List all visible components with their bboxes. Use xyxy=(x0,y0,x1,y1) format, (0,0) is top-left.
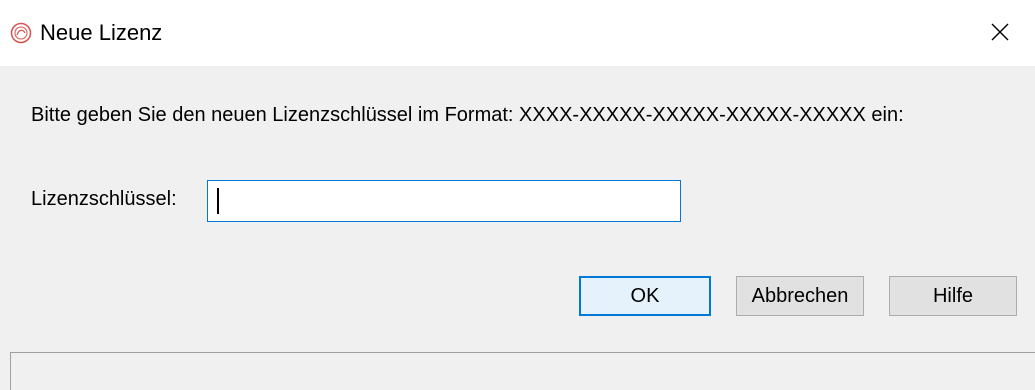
cancel-button[interactable]: Abbrechen xyxy=(736,276,864,316)
close-button[interactable] xyxy=(965,10,1035,58)
license-key-label: Lizenzschlüssel: xyxy=(31,188,177,210)
text-caret xyxy=(217,188,219,214)
help-button[interactable]: Hilfe xyxy=(889,276,1017,316)
close-icon xyxy=(990,22,1010,47)
dialog-content: Bitte geben Sie den neuen Lizenzschlüsse… xyxy=(0,66,1035,390)
dialog-title: Neue Lizenz xyxy=(40,20,163,45)
license-key-input[interactable] xyxy=(207,180,681,222)
app-logo-icon xyxy=(10,22,32,44)
ok-button[interactable]: OK xyxy=(579,276,711,316)
instruction-text: Bitte geben Sie den neuen Lizenzschlüsse… xyxy=(31,104,904,126)
license-dialog: Neue Lizenz Bitte geben Sie den neuen Li… xyxy=(0,0,1035,390)
status-bar xyxy=(10,352,1035,390)
title-bar[interactable]: Neue Lizenz xyxy=(0,0,1035,66)
